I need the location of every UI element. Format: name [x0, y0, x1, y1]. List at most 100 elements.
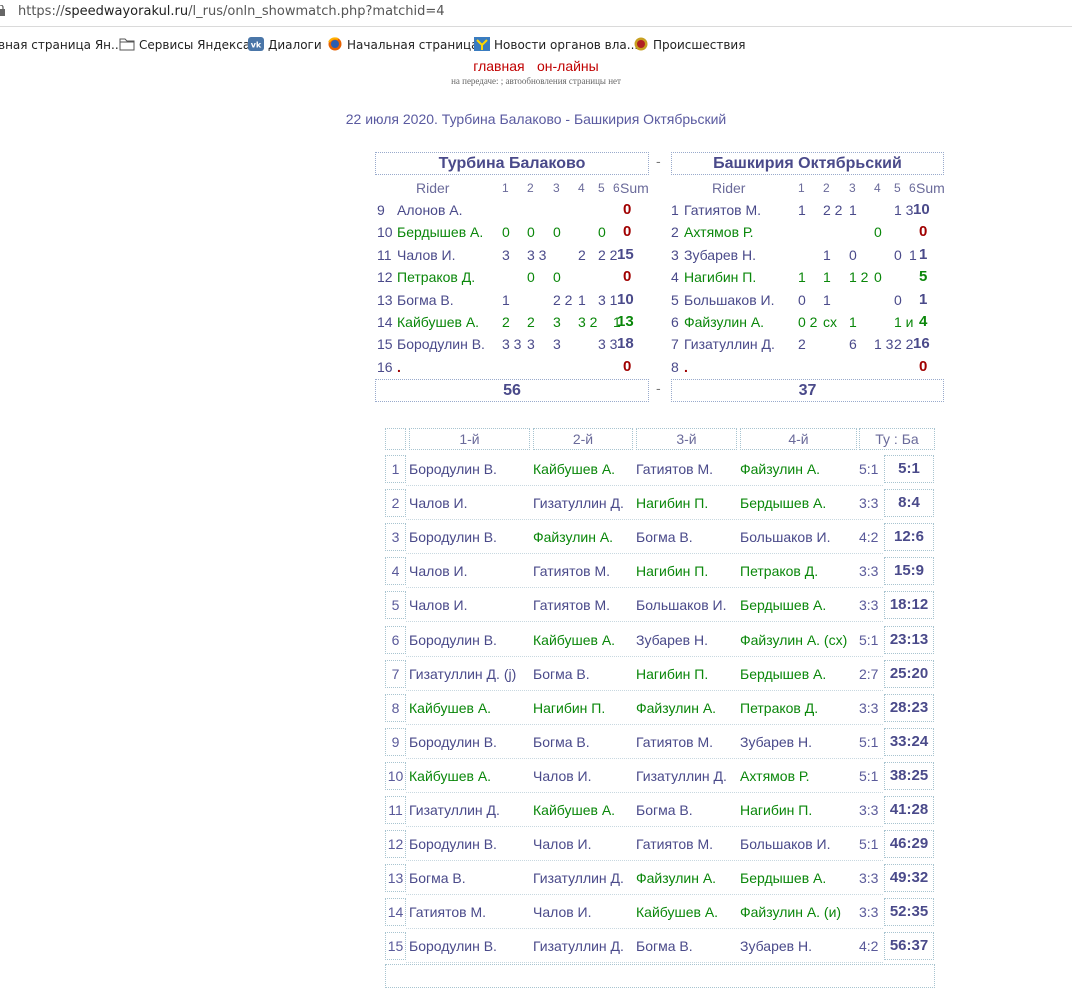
rider-heat-points: 1	[798, 202, 806, 218]
heat-column-header: 6	[909, 181, 916, 195]
heat-gate-rider: Нагибин П.	[740, 802, 813, 818]
heat-gate-rider: Петраков Д.	[740, 699, 819, 716]
rider-number: 16	[377, 358, 393, 375]
rider-name: Нагибин П.	[684, 269, 757, 286]
rider-number: 7	[671, 336, 679, 353]
away-total: 37	[671, 379, 944, 402]
nav-link-online[interactable]: он-лайны	[537, 58, 599, 74]
running-score: 28:23	[884, 693, 934, 722]
rider-total: 1	[919, 245, 928, 263]
rider-row: 14 Кайбушев А. 2 2 3 3 2 1 13	[375, 311, 650, 333]
rider-total: 13	[617, 313, 634, 330]
rider-total: 10	[617, 290, 634, 308]
rider-row: 13 Богма В. 1 2 2 1 3 1 10	[375, 289, 650, 311]
rider-name: Зубарев Н.	[684, 246, 756, 263]
bookmark-item-yandex-home[interactable]: вная страница Ян...	[0, 35, 122, 55]
heat-gate-rider: Гизатуллин Д.	[409, 802, 500, 818]
heat-row: 13 Богма В. Гизатуллин Д. Файзулин А. Бердыш…	[385, 861, 935, 896]
heat-gate-rider: Нагибин П.	[636, 563, 709, 580]
running-score: 38:25	[884, 761, 934, 790]
rider-row: 4 Нагибин П. 1 1 1 2 0 5	[671, 266, 946, 288]
heat-number: 11	[385, 796, 406, 824]
bookmark-label: Происшествия	[653, 38, 746, 52]
bookmark-item-start-page[interactable]: Начальная страница	[327, 35, 479, 55]
heat-gate-rider: Файзулин А.	[740, 461, 821, 477]
heat-gate-rider: Бородулин В.	[409, 938, 497, 955]
rider-row: 9 Алонов А. 0	[375, 199, 650, 221]
url-text[interactable]: https://speedwayorakul.ru/l_rus/onln_sho…	[18, 4, 445, 19]
heat-gate-rider: Гатиятов М.	[533, 563, 611, 580]
heat-row: 11 Гизатуллин Д. Кайбушев А. Богма В. Нагиби…	[385, 793, 935, 827]
rider-number: 9	[377, 202, 385, 218]
heat-gate-rider: Зубарев Н.	[740, 938, 812, 955]
home-total: 56	[375, 379, 649, 402]
rider-heat-points: 1 и	[894, 314, 914, 330]
heat-gate-rider: Файзулин А.	[636, 870, 717, 887]
heat-column-header: 2	[527, 181, 534, 195]
heat-gate-rider: Чалов И.	[409, 563, 468, 580]
bookmarks-bar: вная страница Ян... Сервисы Яндекса vk Д…	[0, 35, 1072, 55]
rider-name: Чалов И.	[397, 246, 456, 263]
heat-score: 5:1	[859, 836, 879, 853]
heat-gate-rider: Богма В.	[636, 529, 693, 546]
rider-heat-points: 0	[894, 291, 902, 308]
rider-name: .	[397, 358, 401, 375]
nav-link-home[interactable]: главная	[473, 58, 524, 74]
heat-column-header: 2	[823, 181, 830, 195]
heat-number: 14	[385, 898, 406, 927]
heat-gate-rider: Богма В.	[636, 802, 693, 818]
heat-number: 5	[385, 591, 406, 620]
rider-heat-points: 0	[894, 246, 902, 263]
rider-heat-points: 1	[798, 269, 806, 286]
rider-number: 2	[671, 224, 679, 241]
rider-row: 6 Файзулин А. 0 2 сх 1 1 и 4	[671, 311, 946, 333]
bookmark-item-dialogs[interactable]: vk Диалоги	[248, 35, 322, 55]
bookmark-item-incidents[interactable]: Происшествия	[633, 35, 745, 55]
rider-name: Алонов А.	[397, 202, 463, 218]
rider-heat-points: сх	[823, 314, 837, 330]
folder-icon	[119, 38, 135, 51]
rider-name: Гизатуллин Д.	[684, 336, 775, 353]
news-icon	[474, 37, 490, 51]
rider-name: Файзулин А.	[684, 314, 765, 330]
heat-score: 4:2	[859, 938, 879, 955]
heat-number: 12	[385, 830, 406, 859]
heat-gate-rider: Бородулин В.	[409, 529, 497, 546]
heat-number: 4	[385, 557, 406, 586]
rider-name: Большаков И.	[684, 291, 775, 308]
rider-total: 5	[919, 268, 928, 286]
heat-row: 3 Бородулин В. Файзулин А. Богма В. Большако…	[385, 520, 935, 555]
running-score: 33:24	[884, 727, 934, 756]
rider-heat-points: 0 2	[798, 314, 818, 330]
bookmark-label: Диалоги	[268, 38, 322, 52]
heat-column-header: 3	[849, 181, 856, 195]
rider-name: Кайбушев А.	[397, 314, 480, 330]
address-bar[interactable]: https://speedwayorakul.ru/l_rus/onln_sho…	[0, 0, 1072, 27]
bookmark-item-yandex-services[interactable]: Сервисы Яндекса	[119, 35, 250, 55]
rider-heat-points: 0	[874, 269, 882, 286]
heat-row: 15 Бородулин В. Гизатуллин Д. Богма В. Зубар…	[385, 929, 935, 964]
row-divider	[406, 962, 883, 964]
rider-total: 4	[919, 313, 928, 330]
rider-total: 0	[623, 201, 632, 218]
rider-heat-points: 3 3	[598, 336, 618, 353]
heat-gate-rider: Бердышев А.	[740, 495, 827, 512]
heat-gate-rider: Чалов И.	[533, 836, 592, 853]
rider-heat-points: 3	[553, 314, 561, 330]
heat-row: 4 Чалов И. Гатиятов М. Нагибин П. Петраков Д…	[385, 554, 935, 589]
rider-heat-points: 2 2	[823, 202, 843, 218]
rider-heat-points: 0	[527, 224, 535, 241]
heat-column-header: 5	[894, 181, 901, 195]
heat-row: 6 Бородулин В. Кайбушев А. Зубарев Н. Файзул…	[385, 623, 935, 657]
heats-header-gate-1: 1-й	[409, 428, 530, 450]
bookmark-item-gov-news[interactable]: Новости органов вла...	[474, 35, 638, 55]
heat-gate-rider: Кайбушев А.	[409, 767, 492, 784]
rider-heat-points: 1	[909, 246, 917, 263]
heat-gate-rider: Файзулин А. (и)	[740, 904, 842, 921]
rider-name: Гатиятов М.	[684, 202, 762, 218]
heat-gate-rider: Гизатуллин Д. (j)	[409, 665, 517, 682]
heat-gate-rider: Богма В.	[636, 938, 693, 955]
heat-score: 2:7	[859, 665, 879, 682]
heat-gate-rider: Кайбушев А.	[533, 461, 616, 477]
vk-icon: vk	[248, 37, 264, 51]
